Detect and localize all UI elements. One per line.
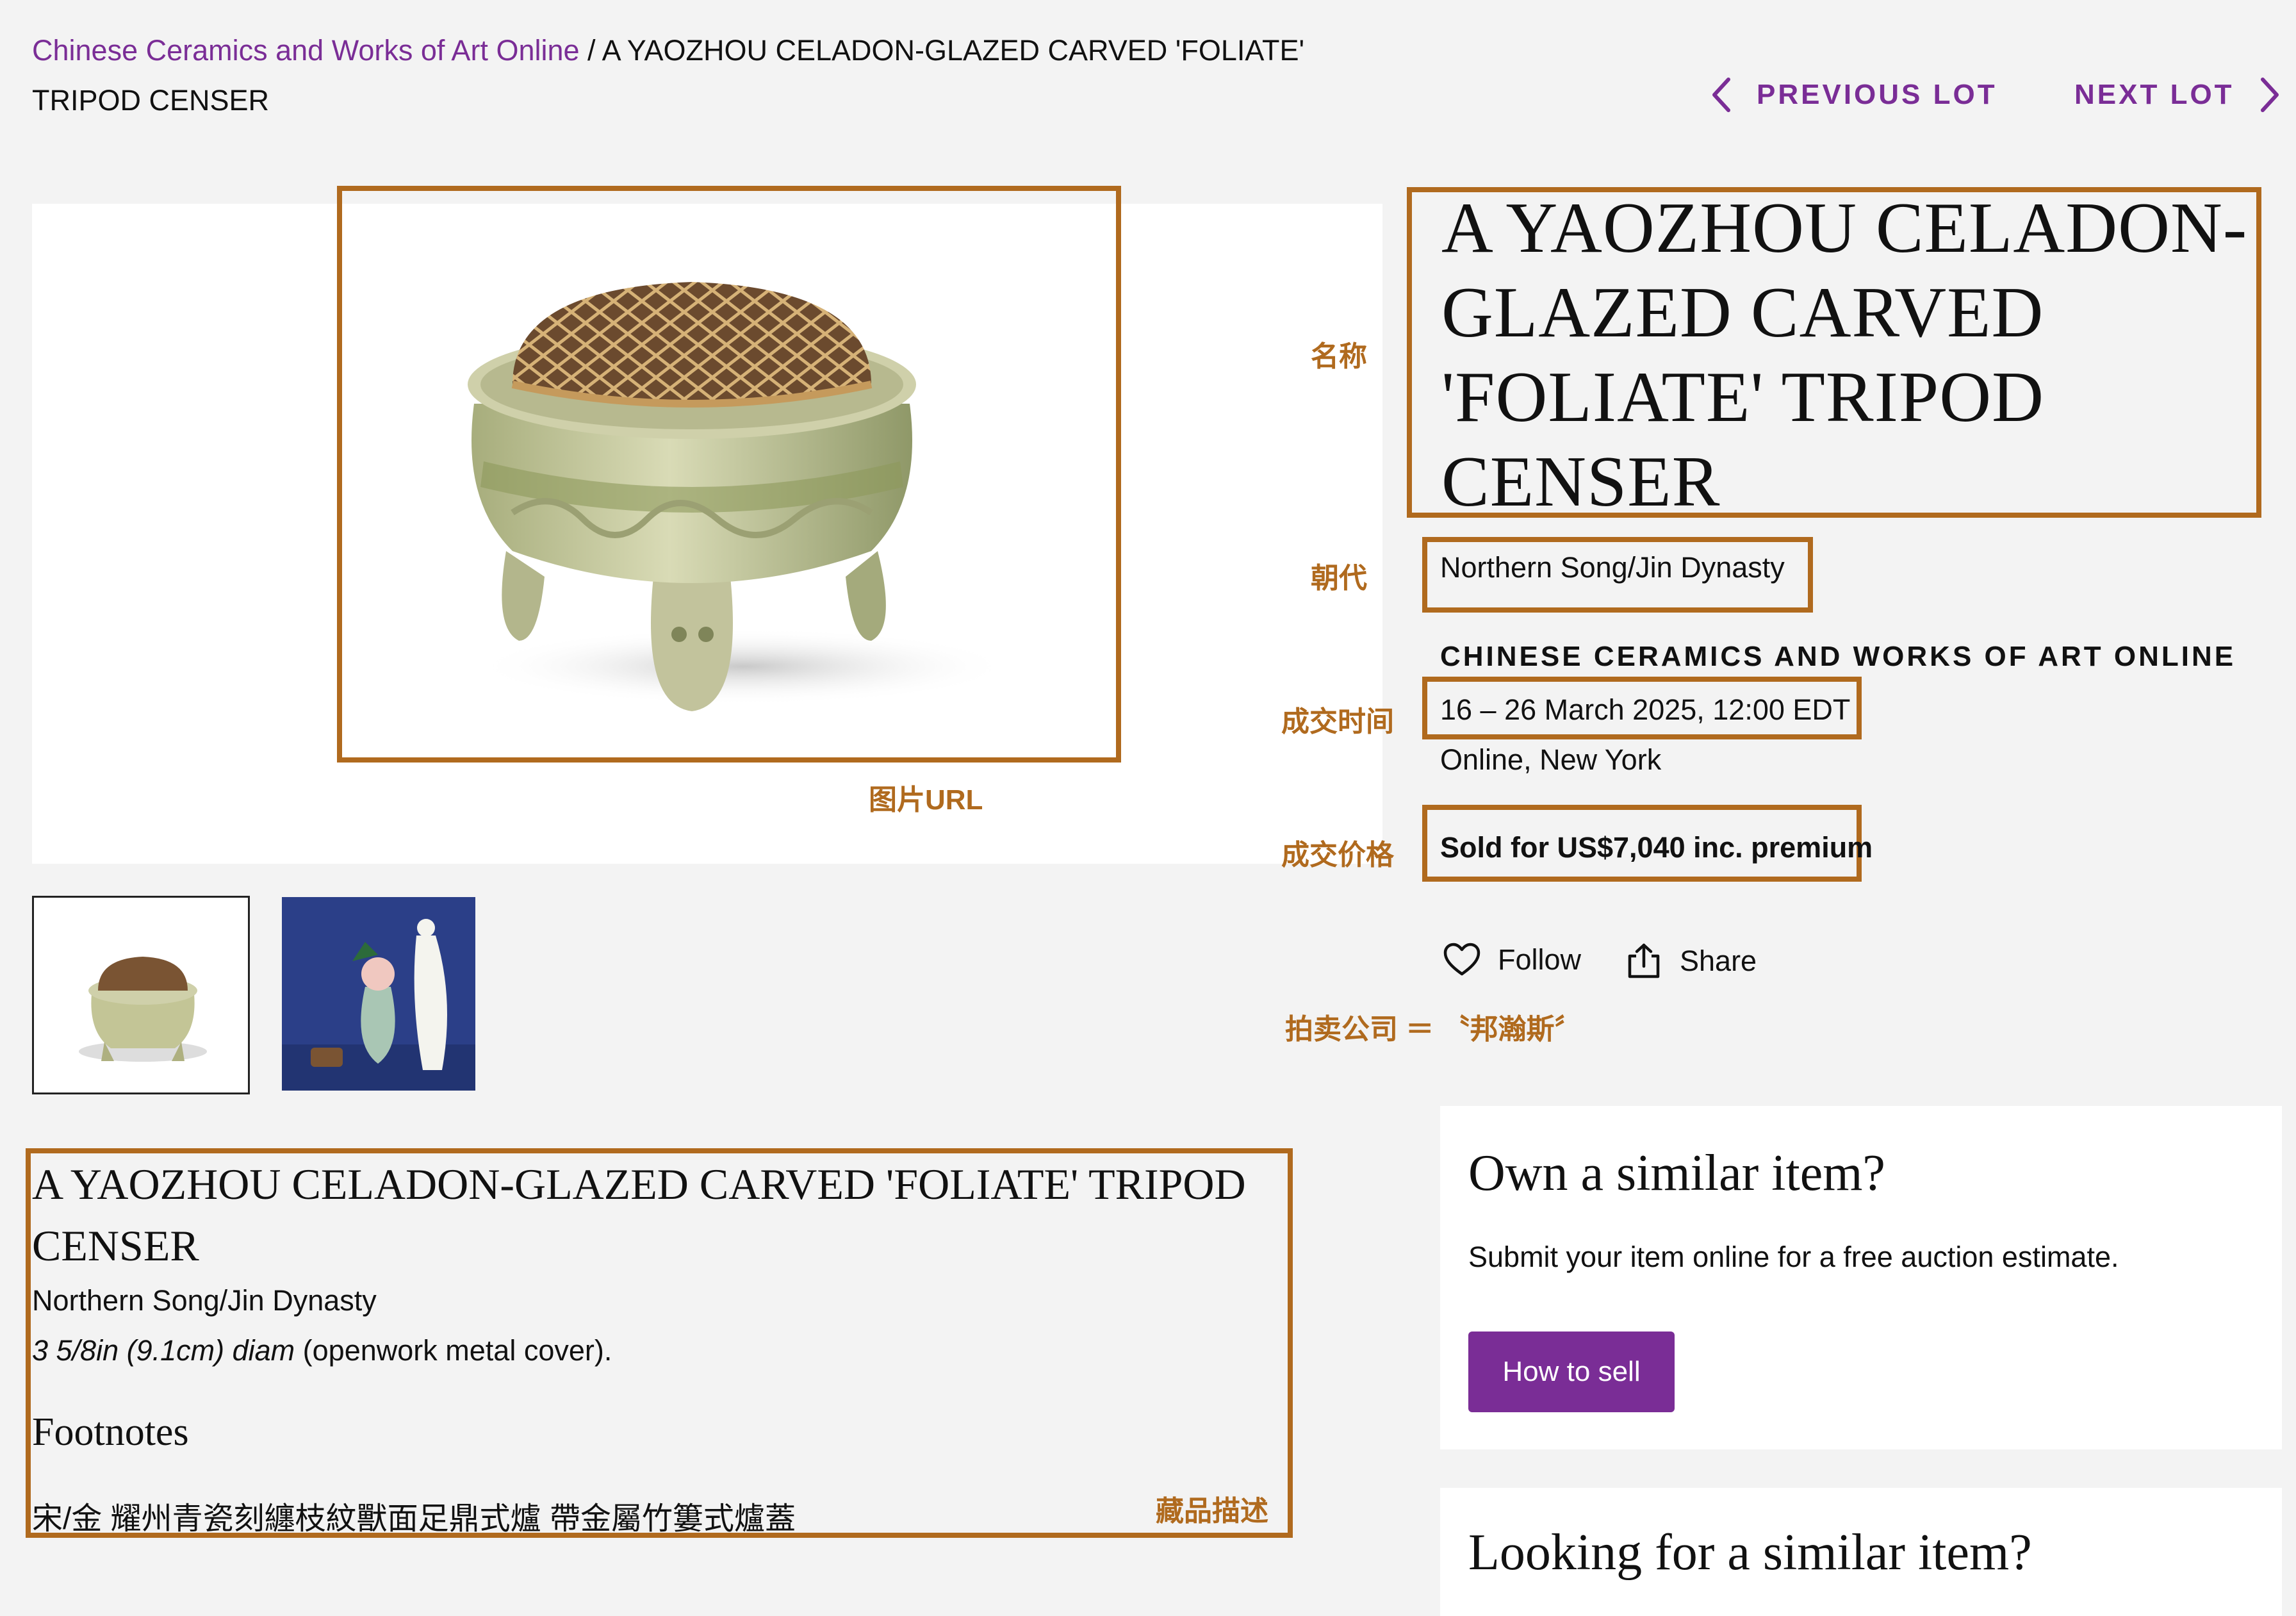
- description-size-dimension: 3 5/8in (9.1cm) diam: [32, 1334, 295, 1367]
- lot-dynasty: Northern Song/Jin Dynasty: [1440, 551, 1785, 584]
- next-lot-link[interactable]: NEXT LOT: [2074, 76, 2282, 114]
- sale-name[interactable]: CHINESE CERAMICS AND WORKS OF ART ONLINE: [1440, 641, 2236, 673]
- sale-location: Online, New York: [1440, 743, 1662, 776]
- description-title: A YAOZHOU CELADON-GLAZED CARVED 'FOLIATE…: [32, 1160, 1246, 1270]
- description-size-note: (openwork metal cover).: [295, 1334, 612, 1367]
- description-size: 3 5/8in (9.1cm) diam (openwork metal cov…: [32, 1334, 612, 1367]
- share-label: Share: [1680, 944, 1757, 977]
- lot-title: A YAOZHOU CELADON-GLAZED CARVED 'FOLIATE…: [1441, 188, 2248, 522]
- sold-price: Sold for US$7,040 inc. premium: [1440, 831, 1873, 864]
- follow-label: Follow: [1498, 943, 1582, 976]
- next-lot-label: NEXT LOT: [2074, 79, 2234, 110]
- chevron-left-icon: [1712, 78, 1730, 112]
- chevron-right-icon: [2260, 78, 2279, 112]
- annotation-label-image-url: 图片URL: [869, 784, 983, 816]
- annotation-label-auction-house: 拍卖公司 ＝ 〝邦瀚斯〞: [1285, 1014, 1583, 1045]
- sell-card: Own a similar item? Submit your item onl…: [1440, 1106, 2282, 1449]
- sell-card-title: Own a similar item?: [1468, 1145, 1885, 1201]
- annotation-label-description: 藏品描述: [1156, 1496, 1268, 1527]
- previous-lot-link[interactable]: PREVIOUS LOT: [1709, 76, 1997, 114]
- share-icon: [1628, 943, 1660, 978]
- buy-card: Looking for a similar item?: [1440, 1488, 2282, 1616]
- annotation-label-date: 成交时间: [1281, 706, 1394, 738]
- footnotes-heading: Footnotes: [32, 1410, 189, 1454]
- follow-button[interactable]: Follow: [1443, 942, 1581, 978]
- annotation-label-dynasty: 朝代: [1311, 563, 1367, 594]
- thumbnail-1[interactable]: [32, 896, 250, 1094]
- previous-lot-label: PREVIOUS LOT: [1757, 79, 1997, 110]
- annotation-box-image: [337, 186, 1121, 763]
- sale-date: 16 – 26 March 2025, 12:00 EDT: [1440, 693, 1851, 726]
- description-chinese-title: 宋/金 耀州青瓷刻纏枝紋獸面足鼎式爐 帶金屬竹簍式爐蓋: [32, 1502, 796, 1536]
- annotation-label-name: 名称: [1311, 341, 1367, 372]
- breadcrumb-link-sale[interactable]: Chinese Ceramics and Works of Art Online: [32, 34, 580, 67]
- heart-icon: [1443, 943, 1480, 976]
- breadcrumb: Chinese Ceramics and Works of Art Online…: [32, 26, 1403, 126]
- annotation-label-price: 成交价格: [1281, 839, 1394, 871]
- breadcrumb-separator: /: [579, 34, 602, 67]
- sell-card-text: Submit your item online for a free aucti…: [1468, 1241, 2119, 1273]
- thumbnail-2[interactable]: [282, 897, 475, 1091]
- share-button[interactable]: Share: [1625, 942, 1757, 980]
- how-to-sell-button[interactable]: How to sell: [1468, 1332, 1675, 1412]
- description-dynasty: Northern Song/Jin Dynasty: [32, 1284, 377, 1317]
